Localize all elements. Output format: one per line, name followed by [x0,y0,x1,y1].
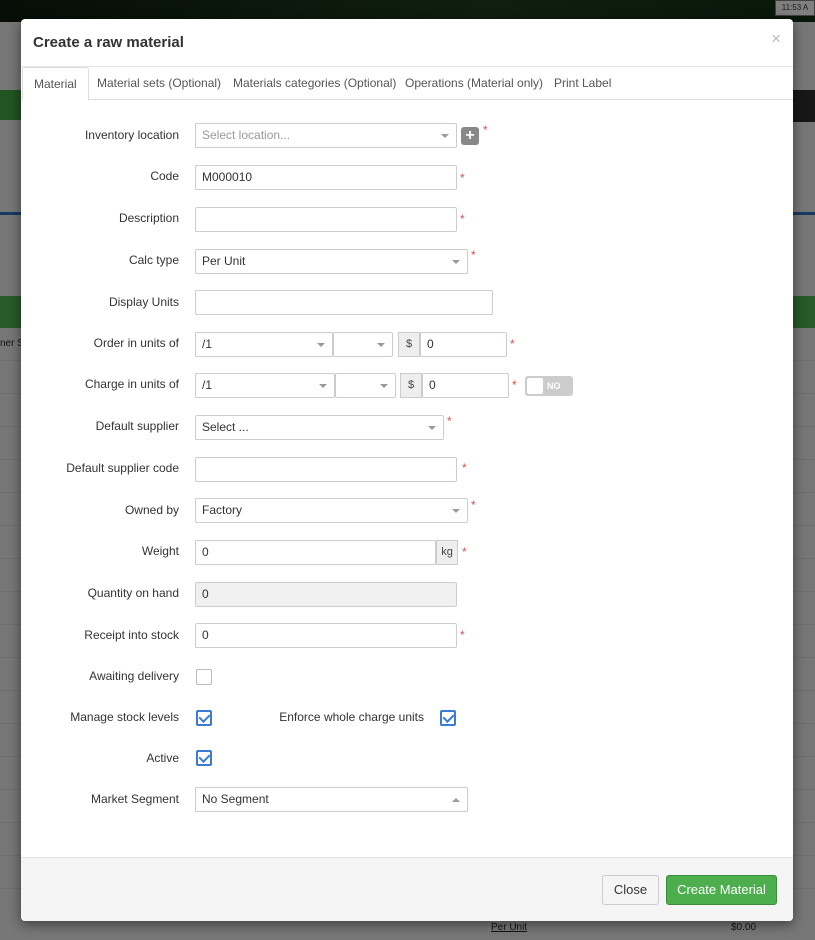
market-segment-select[interactable]: No Segment [195,787,468,812]
active-label: Active [146,751,179,765]
display-units-input[interactable] [195,290,493,315]
receipt-into-stock-label: Receipt into stock [84,628,179,642]
close-icon[interactable]: × [771,29,781,49]
required-marker: * [460,171,465,185]
required-marker: * [512,378,517,392]
enforce-whole-charge-units-checkbox[interactable] [440,710,456,726]
default-supplier-label: Default supplier [95,419,179,433]
calc-type-select[interactable]: Per Unit [195,249,468,274]
charge-units-label: Charge in units of [84,377,179,391]
enforce-whole-charge-units-label: Enforce whole charge units [279,710,424,724]
default-supplier-select[interactable]: Select ... [195,415,444,440]
order-units-label: Order in units of [93,336,179,350]
required-marker: * [447,414,452,428]
modal-header: Create a raw material × [21,19,793,67]
market-segment-label: Market Segment [90,792,179,806]
receipt-into-stock-input[interactable]: 0 [195,623,457,648]
tab-material-sets[interactable]: Material sets (Optional) [97,67,221,99]
tab-bar: Material Material sets (Optional) Materi… [21,67,793,101]
chevron-up-icon [452,798,460,802]
required-marker: * [510,337,515,351]
description-input[interactable] [195,207,457,232]
required-marker: * [483,123,488,137]
tab-materials-categories[interactable]: Materials categories (Optional) [233,67,396,99]
order-price-input[interactable]: 0 [420,332,507,357]
order-currency-addon: $ [398,332,420,357]
code-input[interactable]: M000010 [195,165,457,190]
default-supplier-code-label: Default supplier code [66,461,179,475]
create-material-button[interactable]: Create Material [666,875,777,905]
charge-unit-select[interactable]: /1 [195,373,335,398]
calc-type-label: Calc type [128,253,179,267]
check-icon [442,710,455,724]
order-unit-type-select[interactable] [333,332,393,357]
chevron-down-icon [319,384,327,388]
charge-price-input[interactable]: 0 [422,373,509,398]
tab-operations[interactable]: Operations (Material only) [405,67,543,99]
charge-unit-type-select[interactable] [335,373,396,398]
inventory-location-label: Inventory location [84,128,179,142]
description-label: Description [118,211,179,225]
check-icon [198,710,211,724]
required-marker: * [462,461,467,475]
chevron-down-icon [380,384,388,388]
chevron-down-icon [441,134,449,138]
close-button[interactable]: Close [602,875,659,905]
quantity-on-hand-field: 0 [195,582,457,607]
inventory-location-select[interactable]: Select location... [195,123,457,148]
charge-currency-addon: $ [400,373,422,398]
default-supplier-code-input[interactable] [195,457,457,482]
modal-footer: Close Create Material [21,857,793,921]
order-unit-select[interactable]: /1 [195,332,333,357]
required-marker: * [462,545,467,559]
chevron-down-icon [377,343,385,347]
weight-unit-addon: kg [436,540,458,565]
weight-label: Weight [141,544,179,558]
tab-material[interactable]: Material [22,67,89,101]
required-marker: * [471,498,476,512]
owned-by-select[interactable]: Factory [195,498,468,523]
chevron-down-icon [452,260,460,264]
toggle-knob [527,378,543,394]
weight-input[interactable]: 0 [195,540,436,565]
manage-stock-levels-label: Manage stock levels [70,710,179,724]
charge-toggle[interactable]: NO [525,376,573,396]
quantity-on-hand-label: Quantity on hand [87,586,179,600]
chevron-down-icon [317,343,325,347]
awaiting-delivery-checkbox[interactable] [196,669,212,685]
check-icon [198,750,211,764]
create-material-modal: Create a raw material × Material Materia… [21,19,793,921]
required-marker: * [460,212,465,226]
modal-title: Create a raw material [33,34,184,51]
tab-print-label[interactable]: Print Label [554,67,611,99]
owned-by-label: Owned by [124,503,179,517]
required-marker: * [471,248,476,262]
active-checkbox[interactable] [196,750,212,766]
required-marker: * [460,628,465,642]
code-label: Code [150,169,179,183]
display-units-label: Display Units [108,295,179,309]
chevron-down-icon [452,509,460,513]
manage-stock-levels-checkbox[interactable] [196,710,212,726]
chevron-down-icon [428,426,436,430]
awaiting-delivery-label: Awaiting delivery [89,669,179,683]
add-location-icon[interactable]: + [461,127,479,145]
